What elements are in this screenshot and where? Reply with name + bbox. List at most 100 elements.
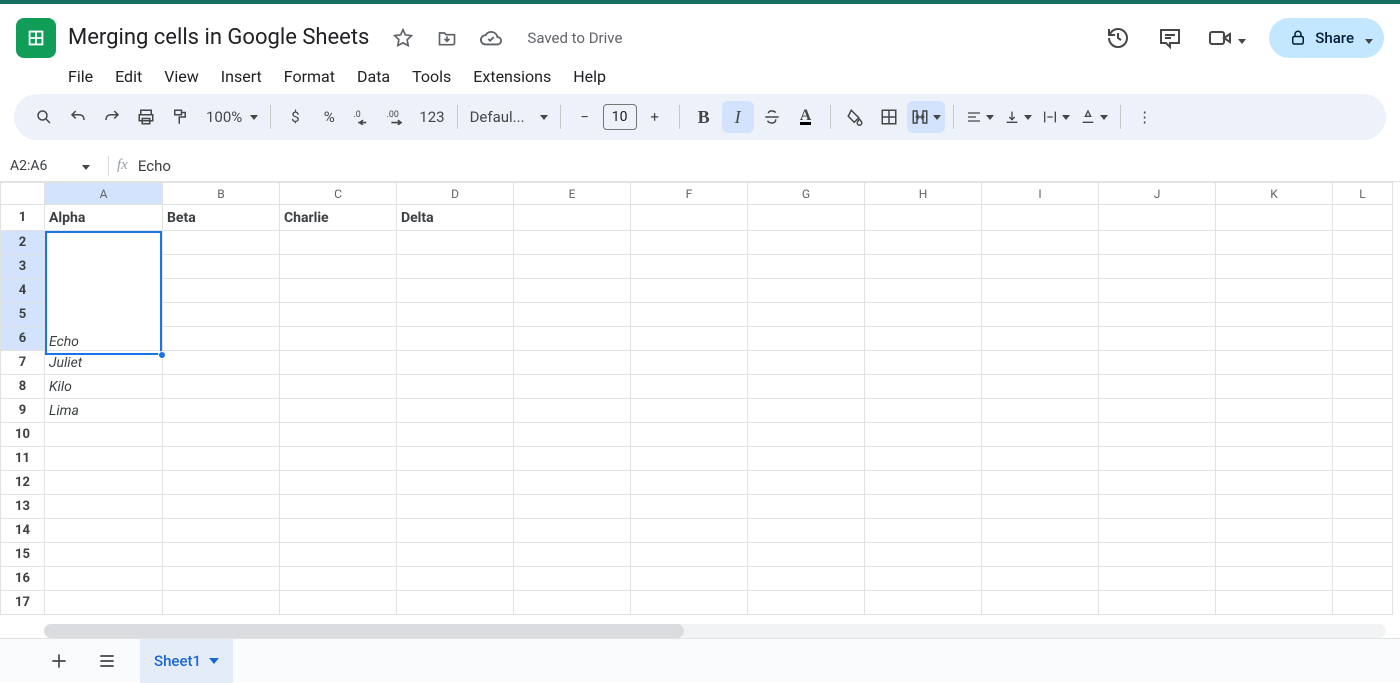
row-header-14[interactable]: 14 bbox=[1, 519, 45, 543]
format-currency-button[interactable]: $ bbox=[279, 101, 311, 133]
column-header-H[interactable]: H bbox=[865, 183, 982, 205]
row-header-4[interactable]: 4 bbox=[1, 279, 45, 303]
cell-C2[interactable] bbox=[280, 231, 397, 255]
cell-C1[interactable]: Charlie bbox=[280, 205, 397, 231]
column-header-J[interactable]: J bbox=[1099, 183, 1216, 205]
star-icon[interactable] bbox=[389, 24, 417, 52]
cell-F2[interactable] bbox=[631, 231, 748, 255]
row-header-9[interactable]: 9 bbox=[1, 399, 45, 423]
menu-insert[interactable]: Insert bbox=[221, 67, 262, 86]
format-percent-button[interactable]: % bbox=[313, 101, 345, 133]
cell-I1[interactable] bbox=[982, 205, 1099, 231]
borders-button[interactable] bbox=[873, 101, 905, 133]
text-rotation-button[interactable] bbox=[1076, 101, 1112, 133]
cell-L1[interactable] bbox=[1333, 205, 1393, 231]
row-header-13[interactable]: 13 bbox=[1, 495, 45, 519]
italic-button[interactable]: I bbox=[722, 101, 754, 133]
sheet-tab-menu-icon[interactable] bbox=[209, 658, 219, 664]
cell-B1[interactable]: Beta bbox=[163, 205, 280, 231]
row-header-3[interactable]: 3 bbox=[1, 255, 45, 279]
menu-edit[interactable]: Edit bbox=[115, 67, 142, 86]
cell-F1[interactable] bbox=[631, 205, 748, 231]
row-header-6[interactable]: 6 bbox=[1, 327, 45, 351]
comments-icon[interactable] bbox=[1155, 23, 1185, 53]
cell-K1[interactable] bbox=[1216, 205, 1333, 231]
menu-format[interactable]: Format bbox=[284, 67, 335, 86]
column-header-D[interactable]: D bbox=[397, 183, 514, 205]
cell-G2[interactable] bbox=[748, 231, 865, 255]
cell-H2[interactable] bbox=[865, 231, 982, 255]
column-header-B[interactable]: B bbox=[163, 183, 280, 205]
row-header-11[interactable]: 11 bbox=[1, 447, 45, 471]
menu-file[interactable]: File bbox=[68, 67, 93, 86]
merge-cells-button[interactable] bbox=[907, 101, 945, 133]
menu-help[interactable]: Help bbox=[573, 67, 606, 86]
cell-A9[interactable]: Lima bbox=[45, 399, 163, 423]
cell-J1[interactable] bbox=[1099, 205, 1216, 231]
menu-view[interactable]: View bbox=[164, 67, 199, 86]
document-title[interactable]: Merging cells in Google Sheets bbox=[68, 25, 369, 51]
text-wrap-button[interactable] bbox=[1038, 101, 1074, 133]
increase-font-size-button[interactable]: + bbox=[639, 101, 671, 133]
cell-B2[interactable] bbox=[163, 231, 280, 255]
decrease-font-size-button[interactable]: − bbox=[569, 101, 601, 133]
strikethrough-button[interactable] bbox=[756, 101, 788, 133]
menu-data[interactable]: Data bbox=[357, 67, 390, 86]
cell-B4[interactable] bbox=[163, 279, 280, 303]
font-family-dropdown[interactable]: Defaul... bbox=[466, 101, 552, 133]
column-header-K[interactable]: K bbox=[1216, 183, 1333, 205]
redo-icon[interactable] bbox=[96, 101, 128, 133]
row-header-8[interactable]: 8 bbox=[1, 375, 45, 399]
cloud-saved-icon[interactable] bbox=[477, 24, 505, 52]
row-header-10[interactable]: 10 bbox=[1, 423, 45, 447]
select-all-cell[interactable] bbox=[1, 183, 45, 205]
paint-format-icon[interactable] bbox=[164, 101, 196, 133]
move-icon[interactable] bbox=[433, 24, 461, 52]
cell-J2[interactable] bbox=[1099, 231, 1216, 255]
row-header-5[interactable]: 5 bbox=[1, 303, 45, 327]
add-sheet-button[interactable] bbox=[44, 646, 74, 676]
formula-input[interactable]: Echo bbox=[138, 157, 171, 175]
cell-B3[interactable] bbox=[163, 255, 280, 279]
menu-extensions[interactable]: Extensions bbox=[473, 67, 551, 86]
row-header-12[interactable]: 12 bbox=[1, 471, 45, 495]
cell-A1[interactable]: Alpha bbox=[45, 205, 163, 231]
undo-icon[interactable] bbox=[62, 101, 94, 133]
horizontal-align-button[interactable] bbox=[962, 101, 998, 133]
column-header-G[interactable]: G bbox=[748, 183, 865, 205]
all-sheets-button[interactable] bbox=[92, 646, 122, 676]
decrease-decimal-button[interactable]: .0 bbox=[347, 101, 379, 133]
cell-D1[interactable]: Delta bbox=[397, 205, 514, 231]
meet-icon[interactable] bbox=[1207, 23, 1247, 53]
cell-G1[interactable] bbox=[748, 205, 865, 231]
cell-K2[interactable] bbox=[1216, 231, 1333, 255]
history-icon[interactable] bbox=[1103, 23, 1133, 53]
cell-I2[interactable] bbox=[982, 231, 1099, 255]
column-header-E[interactable]: E bbox=[514, 183, 631, 205]
horizontal-scrollbar[interactable] bbox=[44, 624, 1386, 638]
cell-A2-A6-merged[interactable]: Echo bbox=[45, 231, 163, 351]
row-header-17[interactable]: 17 bbox=[1, 591, 45, 615]
cell-B6[interactable] bbox=[163, 327, 280, 351]
font-size-input[interactable]: 10 bbox=[603, 104, 637, 130]
cell-L2[interactable] bbox=[1333, 231, 1393, 255]
more-formats-button[interactable]: 123 bbox=[415, 101, 448, 133]
sheets-logo[interactable] bbox=[16, 18, 56, 58]
cell-E2[interactable] bbox=[514, 231, 631, 255]
print-icon[interactable] bbox=[130, 101, 162, 133]
search-menus-icon[interactable] bbox=[28, 101, 60, 133]
column-header-L[interactable]: L bbox=[1333, 183, 1393, 205]
cell-D2[interactable] bbox=[397, 231, 514, 255]
vertical-align-button[interactable] bbox=[1000, 101, 1036, 133]
text-color-button[interactable]: A bbox=[790, 101, 822, 133]
cell-E1[interactable] bbox=[514, 205, 631, 231]
zoom-dropdown[interactable]: 100% bbox=[198, 101, 262, 133]
column-header-F[interactable]: F bbox=[631, 183, 748, 205]
cell-H1[interactable] bbox=[865, 205, 982, 231]
column-header-I[interactable]: I bbox=[982, 183, 1099, 205]
row-header-2[interactable]: 2 bbox=[1, 231, 45, 255]
column-header-C[interactable]: C bbox=[280, 183, 397, 205]
row-header-7[interactable]: 7 bbox=[1, 351, 45, 375]
row-header-1[interactable]: 1 bbox=[1, 205, 45, 231]
share-dropdown[interactable] bbox=[1356, 18, 1384, 58]
